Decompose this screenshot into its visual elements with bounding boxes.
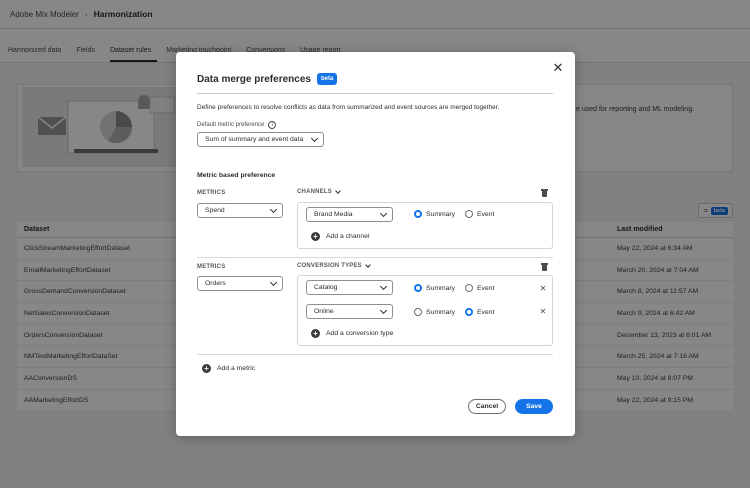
radio-event[interactable]: Event bbox=[465, 284, 494, 292]
chevron-down-icon bbox=[269, 278, 278, 286]
add-icon: + bbox=[311, 329, 320, 338]
add-icon: + bbox=[311, 232, 320, 241]
radio-label: Event bbox=[477, 308, 495, 316]
radio-selected-icon bbox=[414, 284, 422, 292]
remove-online-icon[interactable]: ✕ bbox=[539, 308, 547, 316]
radio-summary[interactable]: Summary bbox=[414, 308, 455, 316]
radio-label: Event bbox=[477, 284, 495, 292]
metrics-label: METRICS bbox=[197, 264, 226, 270]
data-merge-preferences-dialog: Data merge preferences beta ✕ Define pre… bbox=[176, 52, 575, 436]
channel-value: Brand Media bbox=[314, 211, 353, 218]
conversion-types-label: CONVERSION TYPES bbox=[297, 263, 362, 269]
delete-metric-icon[interactable] bbox=[541, 263, 548, 271]
add-metric-label: Add a metric bbox=[217, 365, 256, 372]
radio-selected-icon bbox=[465, 308, 473, 316]
section-divider bbox=[197, 354, 553, 355]
metric-dropdown-orders[interactable]: Orders bbox=[197, 276, 283, 291]
chevron-down-icon bbox=[269, 205, 278, 213]
info-icon[interactable]: i bbox=[268, 121, 277, 129]
remove-catalog-icon[interactable]: ✕ bbox=[539, 285, 547, 293]
conversion-value: Online bbox=[314, 308, 334, 315]
default-metric-dropdown[interactable]: Sum of summary and event data bbox=[197, 132, 324, 147]
dialog-header: Data merge preferences beta bbox=[197, 73, 338, 85]
chevron-down-icon bbox=[379, 306, 388, 314]
radio-summary[interactable]: Summary bbox=[414, 284, 455, 292]
conversion-value: Catalog bbox=[314, 284, 338, 291]
default-metric-label-text: Default metric preference bbox=[197, 122, 265, 128]
radio-summary[interactable]: Summary bbox=[414, 210, 455, 218]
chevron-down-icon bbox=[335, 188, 341, 194]
section-divider bbox=[197, 257, 553, 258]
add-icon: + bbox=[202, 364, 211, 373]
add-channel-button[interactable]: + Add a channel bbox=[311, 232, 369, 241]
radio-unselected-icon bbox=[414, 308, 422, 316]
channels-header[interactable]: CHANNELS bbox=[297, 188, 341, 195]
conversion-types-header[interactable]: CONVERSION TYPES bbox=[297, 262, 371, 269]
close-icon[interactable]: ✕ bbox=[552, 61, 564, 74]
radio-label: Summary bbox=[426, 284, 456, 292]
metric-dropdown-spend[interactable]: Spend bbox=[197, 203, 283, 218]
conversion-dropdown-online[interactable]: Online bbox=[306, 304, 393, 319]
channel-dropdown-brand-media[interactable]: Brand Media bbox=[306, 207, 393, 222]
beta-badge: beta bbox=[316, 73, 338, 85]
default-metric-label: Default metric preference i bbox=[197, 121, 277, 129]
metric-section-title: Metric based preference bbox=[197, 172, 276, 179]
add-metric-button[interactable]: + Add a metric bbox=[202, 364, 255, 373]
radio-label: Event bbox=[477, 210, 495, 218]
chevron-down-icon bbox=[379, 282, 388, 290]
chevron-down-icon bbox=[310, 134, 319, 142]
add-conversion-type-label: Add a conversion type bbox=[326, 330, 394, 337]
dialog-description: Define preferences to resolve conflicts … bbox=[197, 104, 500, 111]
chevron-down-icon bbox=[379, 209, 388, 217]
channels-label: CHANNELS bbox=[297, 189, 332, 195]
radio-selected-icon bbox=[414, 210, 422, 218]
radio-event[interactable]: Event bbox=[465, 308, 494, 316]
conversion-dropdown-catalog[interactable]: Catalog bbox=[306, 280, 393, 295]
cancel-button[interactable]: Cancel bbox=[468, 399, 506, 414]
chevron-down-icon bbox=[365, 262, 371, 268]
dialog-title: Data merge preferences bbox=[197, 73, 311, 85]
radio-unselected-icon bbox=[465, 284, 473, 292]
metrics-label: METRICS bbox=[197, 190, 226, 196]
add-conversion-type-button[interactable]: + Add a conversion type bbox=[311, 329, 393, 338]
save-button[interactable]: Save bbox=[515, 399, 553, 414]
radio-event[interactable]: Event bbox=[465, 210, 494, 218]
default-metric-value: Sum of summary and event data bbox=[205, 136, 304, 143]
radio-label: Summary bbox=[426, 210, 456, 218]
metric-value: Spend bbox=[205, 207, 225, 214]
delete-metric-icon[interactable] bbox=[541, 189, 548, 197]
radio-label: Summary bbox=[426, 308, 456, 316]
metric-value: Orders bbox=[205, 280, 226, 287]
add-channel-label: Add a channel bbox=[326, 233, 370, 240]
radio-unselected-icon bbox=[465, 210, 473, 218]
header-divider bbox=[197, 93, 553, 94]
